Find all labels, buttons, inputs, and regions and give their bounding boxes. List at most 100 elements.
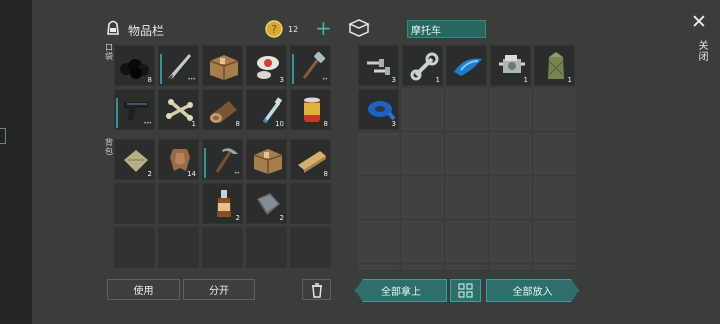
- empty-slot[interactable]: [246, 227, 287, 268]
- slot-count: 1: [435, 76, 440, 84]
- slot-count: 10: [275, 120, 284, 128]
- empty-vehicle-slot[interactable]: [490, 265, 531, 269]
- vehicle-slot-fuel-can[interactable]: 1: [534, 45, 575, 86]
- vehicle-slot-tape[interactable]: 3: [358, 89, 399, 130]
- slot-canned-food[interactable]: 8: [290, 89, 331, 130]
- empty-slot[interactable]: [158, 183, 199, 224]
- take-all-button[interactable]: 全部拿上: [355, 279, 447, 302]
- empty-vehicle-slot[interactable]: [490, 177, 531, 218]
- empty-vehicle-slot[interactable]: [402, 177, 443, 218]
- empty-vehicle-slot[interactable]: [534, 265, 575, 269]
- empty-vehicle-slot[interactable]: [446, 177, 487, 218]
- quality-dots: •••: [143, 120, 152, 127]
- vehicle-slot-gas-tank[interactable]: [446, 45, 487, 86]
- slot-water-bottle[interactable]: 10: [246, 89, 287, 130]
- edge-marker-icon: [0, 128, 6, 144]
- slot-log[interactable]: 8: [202, 89, 243, 130]
- empty-slot[interactable]: [202, 227, 243, 268]
- empty-vehicle-slot[interactable]: [402, 89, 443, 130]
- empty-vehicle-slot[interactable]: [490, 221, 531, 262]
- coin-icon: ?: [265, 20, 283, 38]
- empty-vehicle-slot[interactable]: [446, 265, 487, 269]
- empty-vehicle-slot[interactable]: [402, 133, 443, 174]
- screen-frame: 物品栏 ? 12 + 摩托车 ✕ 关闭 口袋 背包 8 ••• 3 •• •••…: [0, 0, 720, 324]
- empty-slot[interactable]: [114, 227, 155, 268]
- durability-bar: [204, 148, 206, 178]
- empty-vehicle-slot[interactable]: [446, 221, 487, 262]
- slot-count: 1: [567, 76, 572, 84]
- empty-vehicle-slot[interactable]: [534, 133, 575, 174]
- inventory-panel: 物品栏 ? 12 + 摩托车 ✕ 关闭 口袋 背包 8 ••• 3 •• •••…: [32, 0, 720, 324]
- trash-icon: [311, 282, 322, 298]
- quality-dots: ••: [321, 76, 328, 83]
- slot-count: 1: [523, 76, 528, 84]
- slot-count: 2: [147, 170, 152, 178]
- vehicle-slot-wrench[interactable]: 1: [402, 45, 443, 86]
- vehicle-slot-bolts[interactable]: 3: [358, 45, 399, 86]
- empty-vehicle-slot[interactable]: [402, 265, 443, 269]
- add-coins-button[interactable]: +: [315, 16, 332, 40]
- empty-vehicle-slot[interactable]: [358, 133, 399, 174]
- backpack-icon: [104, 18, 122, 36]
- close-icon[interactable]: ✕: [690, 13, 708, 32]
- slot-metal-plate[interactable]: 2: [246, 183, 287, 224]
- durability-bar: [160, 54, 162, 84]
- slot-hammer[interactable]: ••: [290, 45, 331, 86]
- empty-vehicle-slot[interactable]: [358, 221, 399, 262]
- coin-count: 12: [288, 25, 299, 34]
- slot-count: 3: [391, 76, 396, 84]
- slot-count: 14: [187, 170, 196, 178]
- empty-slot[interactable]: [158, 227, 199, 268]
- slot-leather[interactable]: 14: [158, 139, 199, 180]
- slot-bandage[interactable]: 3: [246, 45, 287, 86]
- slot-count: 8: [323, 170, 328, 178]
- svg-text:?: ?: [271, 23, 277, 36]
- trash-button[interactable]: [302, 279, 331, 300]
- close-label: 关闭: [696, 40, 707, 62]
- slot-box-2[interactable]: [246, 139, 287, 180]
- slot-sack[interactable]: 2: [114, 139, 155, 180]
- slot-coal[interactable]: 8: [114, 45, 155, 86]
- empty-slot[interactable]: [290, 227, 331, 268]
- slot-pickaxe[interactable]: ••: [202, 139, 243, 180]
- use-button[interactable]: 使用: [107, 279, 180, 300]
- slot-count: 1: [191, 120, 196, 128]
- vehicle-name-field[interactable]: 摩托车: [407, 20, 486, 38]
- durability-bar: [292, 54, 294, 84]
- empty-vehicle-slot[interactable]: [358, 177, 399, 218]
- slot-count: 2: [279, 214, 284, 222]
- empty-vehicle-slot[interactable]: [446, 133, 487, 174]
- slot-count: 3: [279, 76, 284, 84]
- pocket-label: 口袋: [105, 43, 113, 61]
- split-button[interactable]: 分开: [183, 279, 255, 300]
- put-all-button[interactable]: 全部放入: [486, 279, 579, 302]
- quality-dots: •••: [187, 76, 196, 83]
- slot-count: 8: [235, 120, 240, 128]
- slot-machete[interactable]: •••: [158, 45, 199, 86]
- empty-vehicle-slot[interactable]: [490, 133, 531, 174]
- grid-icon: [458, 283, 473, 298]
- slot-bones[interactable]: 1: [158, 89, 199, 130]
- empty-slot[interactable]: [290, 183, 331, 224]
- slot-pistol[interactable]: •••: [114, 89, 155, 130]
- empty-vehicle-slot[interactable]: [446, 89, 487, 130]
- empty-vehicle-slot[interactable]: [534, 89, 575, 130]
- sort-button[interactable]: [450, 279, 481, 302]
- quality-dots: ••: [233, 170, 240, 177]
- empty-vehicle-slot[interactable]: [534, 221, 575, 262]
- empty-vehicle-slot[interactable]: [490, 89, 531, 130]
- slot-box[interactable]: [202, 45, 243, 86]
- empty-slot[interactable]: [114, 183, 155, 224]
- empty-vehicle-slot[interactable]: [534, 177, 575, 218]
- empty-vehicle-slot[interactable]: [402, 221, 443, 262]
- slot-count: 8: [147, 76, 152, 84]
- slot-count: 8: [323, 120, 328, 128]
- slot-count: 2: [235, 214, 240, 222]
- vehicle-storage-icon: [348, 18, 370, 37]
- slot-wood-plank[interactable]: 8: [290, 139, 331, 180]
- backpack-label: 背包: [105, 138, 113, 156]
- empty-vehicle-slot[interactable]: [358, 265, 399, 269]
- durability-bar: [116, 98, 118, 128]
- slot-whiskey[interactable]: 2: [202, 183, 243, 224]
- vehicle-slot-engine[interactable]: 1: [490, 45, 531, 86]
